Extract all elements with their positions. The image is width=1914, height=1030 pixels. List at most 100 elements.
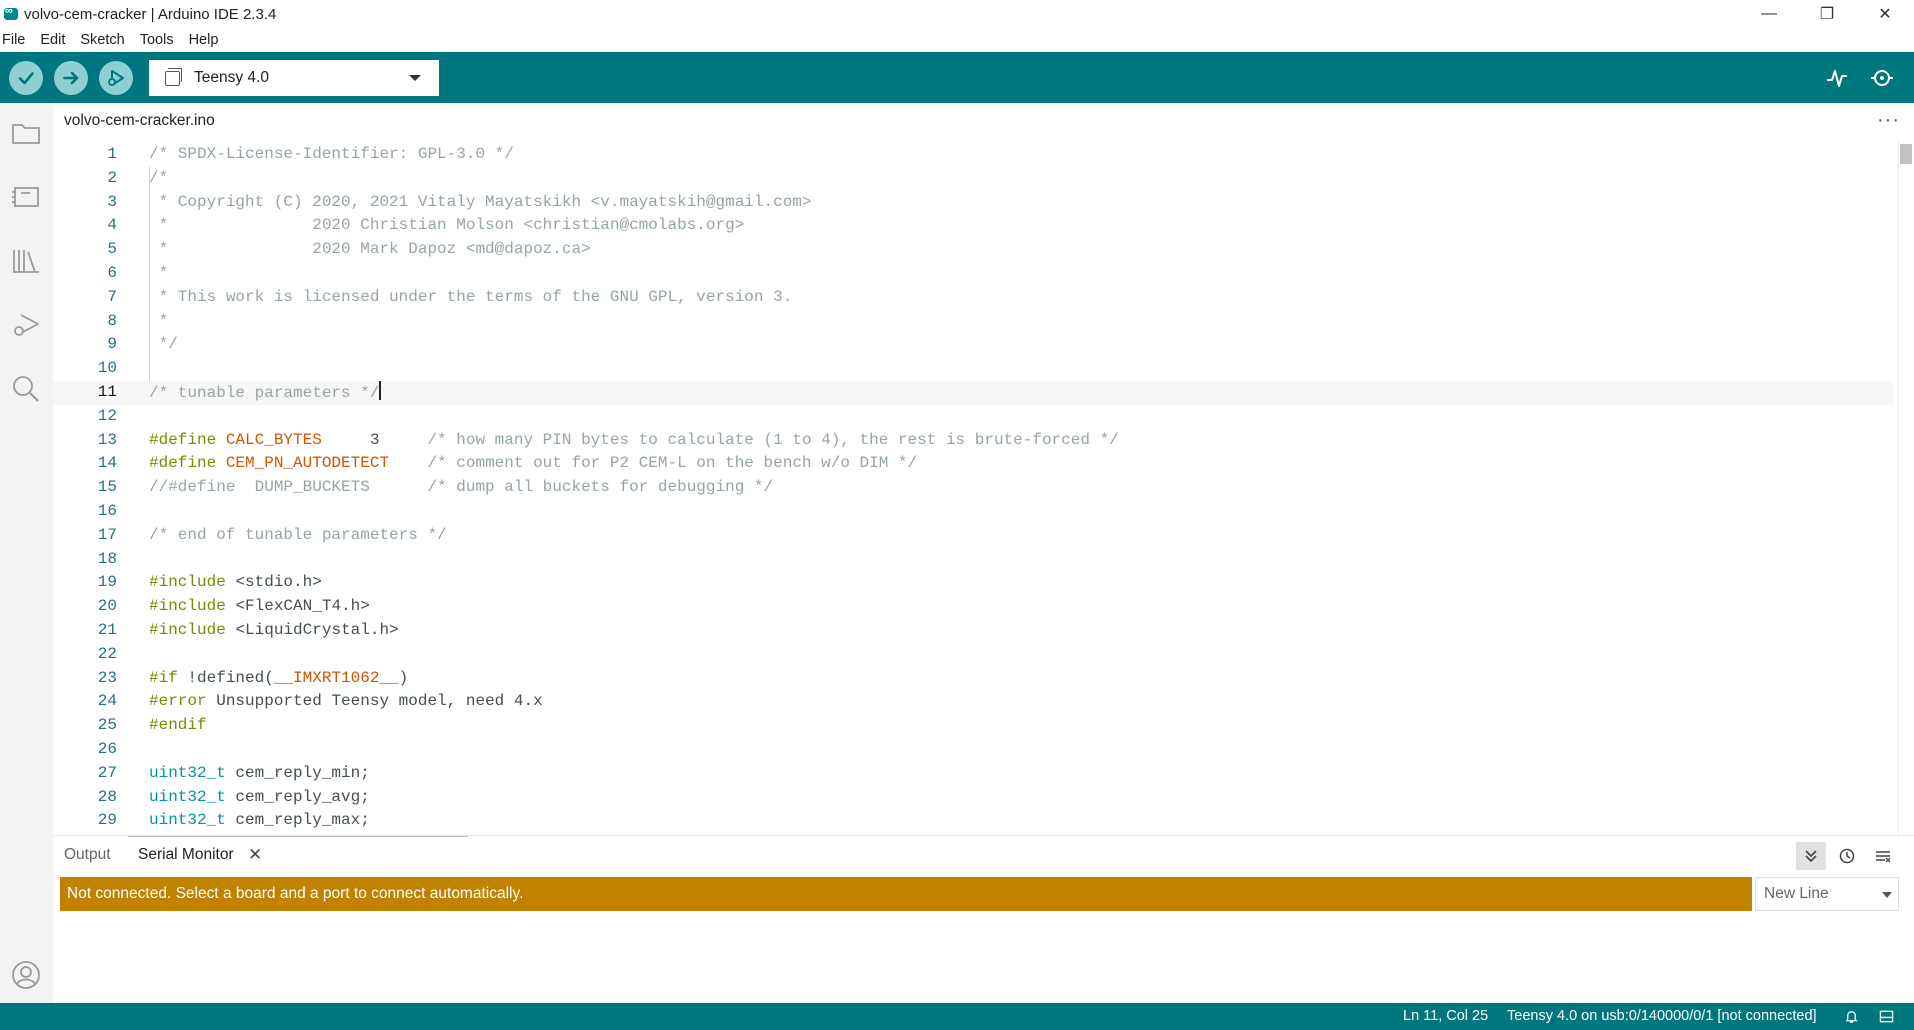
code-line[interactable]: 18 [53,548,1893,572]
code-token: Unsupported Teensy model, need 4.x [216,692,543,711]
code-line[interactable]: 9 */ [53,333,1893,357]
debug-icon [14,314,39,336]
cursor-position[interactable]: Ln 11, Col 25 [1403,1008,1488,1024]
code-line[interactable]: 4 * 2020 Christian Molson <christian@cmo… [53,214,1893,238]
more-actions-icon[interactable]: ··· [1877,109,1900,132]
code-line[interactable]: 7 * This work is licensed under the term… [53,286,1893,310]
code-line[interactable]: 26 [53,738,1893,762]
code-text: #endif [149,714,207,738]
menu-help[interactable]: Help [187,32,226,48]
menu-edit[interactable]: Edit [38,32,72,48]
menu-sketch[interactable]: Sketch [78,32,131,48]
verify-button[interactable] [9,61,43,95]
code-line[interactable]: 29 uint32_t cem_reply_max; [53,809,1893,833]
tab-volvo-cem-cracker[interactable]: volvo-cem-cracker.ino [53,103,233,140]
editor-scrollbar[interactable] [1898,140,1914,835]
menu-file[interactable]: File [0,32,32,48]
code-line[interactable]: 23 #if !defined(__IMXRT1062__) [53,667,1893,691]
code-line[interactable]: 17 /* end of tunable parameters */ [53,524,1893,548]
code-line[interactable]: 14 #define CEM_PN_AUTODETECT /* comment o… [53,452,1893,476]
code-line[interactable]: 2 /* [53,167,1893,191]
code-line[interactable]: 13 #define CALC_BYTES 3 /* how many PIN b… [53,429,1893,453]
close-window-button[interactable]: ✕ [1856,0,1914,28]
code-line[interactable]: 10 [53,357,1893,381]
arduino-logo-icon [4,5,18,20]
code-text: * Copyright (C) 2020, 2021 Vitaly Mayats… [149,191,812,215]
code-text: /* tunable parameters */ [149,381,381,406]
bell-icon [1845,1010,1857,1023]
serial-plotter-icon [1827,70,1847,87]
library-manager-button[interactable] [8,243,44,279]
code-token: ) [398,668,409,687]
tab-output[interactable]: Output [64,846,111,864]
code-line[interactable]: 16 [53,500,1893,524]
code-token: #include [149,621,236,639]
minimize-button[interactable]: — [1740,0,1798,28]
code-line[interactable]: 1 /* SPDX-License-Identifier: GPL-3.0 */ [53,143,1893,167]
code-text: /* [149,167,168,191]
debug-icon [108,70,124,86]
clear-output-button[interactable] [1868,842,1898,870]
code-token: /* comment out for P2 CEM-L on the bench… [427,454,918,473]
editor-tab-bar: volvo-cem-cracker.ino ··· [53,103,1914,140]
code-line[interactable]: 24 #error Unsupported Teensy model, need … [53,690,1893,714]
line-number: 13 [97,430,117,449]
code-token: cem_reply_max; [225,811,370,830]
code-editor[interactable]: 1 /* SPDX-License-Identifier: GPL-3.0 */ 2… [53,140,1914,835]
library-icon [13,250,39,273]
editor-scrollbar-thumb[interactable] [1900,144,1912,164]
bottom-panel: Output Serial Monitor ✕ Not connected. S… [53,835,1914,1003]
upload-button[interactable] [54,61,88,95]
sketchbook-button[interactable] [8,115,44,151]
menu-tools[interactable]: Tools [138,32,181,48]
code-text: uint32_t cem_reply_max; [149,809,370,833]
serial-monitor-button[interactable] [1868,64,1896,92]
code-line[interactable]: 20 #include <FlexCAN_T4.h> [53,595,1893,619]
code-line[interactable]: 12 [53,405,1893,429]
account-button[interactable] [8,957,44,993]
code-line[interactable]: 3 * Copyright (C) 2020, 2021 Vitaly Maya… [53,191,1893,215]
code-token: #include [149,597,236,616]
line-number: 10 [97,359,117,378]
code-line[interactable]: 19 #include <stdio.h> [53,571,1893,595]
toggle-panel-button[interactable] [1877,1007,1895,1025]
debug-button[interactable] [99,61,133,95]
autoscroll-toggle[interactable] [1796,842,1826,870]
code-line[interactable]: 5 * 2020 Mark Dapoz <md@dapoz.ca> [53,238,1893,262]
notifications-button[interactable] [1842,1007,1860,1025]
code-token: * 2020 Christian Molson <christian@cmola… [149,216,745,235]
close-serial-monitor-icon[interactable]: ✕ [248,845,262,865]
code-line[interactable]: 25 #endif [53,714,1893,738]
arduino-ide-window: volvo-cem-cracker | Arduino IDE 2.3.4 — … [0,0,1914,1030]
line-ending-select[interactable]: New Line [1755,877,1899,911]
status-bar: Ln 11, Col 25 Teensy 4.0 on usb:0/140000… [0,1003,1914,1030]
search-button[interactable] [8,371,44,407]
line-number: 4 [107,216,117,235]
code-text: uint32_t cem_reply_avg; [149,786,370,810]
code-line[interactable]: 15 //#define DUMP_BUCKETS /* dump all buc… [53,476,1893,500]
line-number: 5 [107,240,117,259]
code-line[interactable]: 27 uint32_t cem_reply_min; [53,762,1893,786]
debug-panel-button[interactable] [8,307,44,343]
code-token: CALC_BYTES [225,430,322,449]
code-line[interactable]: 6 * [53,262,1893,286]
serial-plotter-button[interactable] [1823,64,1851,92]
code-line[interactable]: 8 * [53,310,1893,334]
line-number: 28 [97,787,117,806]
timestamp-toggle[interactable] [1832,842,1862,870]
boards-manager-button[interactable] [8,179,44,215]
panel-layout-icon [1879,1010,1893,1022]
board-port-status[interactable]: Teensy 4.0 on usb:0/140000/0/1 [not conn… [1507,1008,1817,1024]
restore-button[interactable]: ❐ [1798,0,1856,28]
code-token: <FlexCAN_T4.h> [235,597,370,616]
board-selector[interactable]: Teensy 4.0 [149,60,439,96]
code-line[interactable]: 11 /* tunable parameters */ [53,381,1893,405]
code-line[interactable]: 22 [53,643,1893,667]
tab-serial-monitor[interactable]: Serial Monitor [138,846,234,864]
code-text: #include <stdio.h> [149,571,322,595]
code-token: __IMXRT1062__ [273,668,399,687]
code-line[interactable]: 28 uint32_t cem_reply_avg; [53,786,1893,810]
activity-bar [0,103,53,1003]
code-line[interactable]: 21 #include <LiquidCrystal.h> [53,619,1893,643]
